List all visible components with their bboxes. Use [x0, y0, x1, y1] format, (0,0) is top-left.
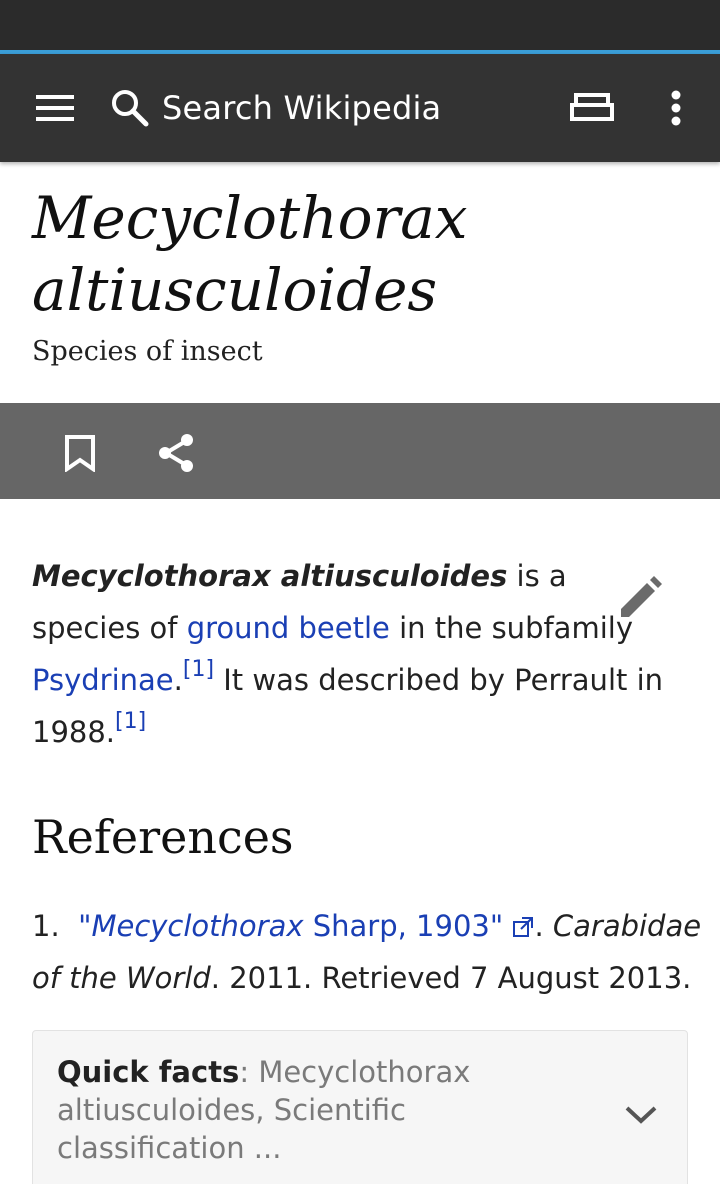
more-vert-icon: [671, 90, 681, 126]
reference-link-rest: Sharp, 1903: [303, 909, 490, 943]
citation-link-2[interactable]: [1]: [115, 709, 146, 734]
article-action-bar: [0, 403, 720, 499]
reference-quote-open: ": [78, 909, 92, 943]
reference-tail: . 2011. Retrieved 7 August 2013.: [210, 961, 692, 995]
top-toolbar: Search Wikipedia: [0, 54, 720, 162]
lead-paragraph: Mecyclothorax altiusculoides is a specie…: [32, 550, 672, 758]
reference-item: 1. "Mecyclothorax Sharp, 1903" . Carabid…: [32, 900, 702, 1004]
reading-list-button[interactable]: [562, 84, 622, 132]
page-title: Mecyclothorax altiusculoides: [32, 182, 692, 326]
search-bar[interactable]: Search Wikipedia: [110, 76, 530, 140]
page-title-line1: Mecyclothorax: [32, 184, 468, 252]
reference-quote-close: ": [489, 909, 504, 943]
quick-facts-text: Quick facts: Mecyclothorax altiusculoide…: [57, 1053, 577, 1167]
quick-facts-box[interactable]: Quick facts: Mecyclothorax altiusculoide…: [32, 1030, 688, 1184]
link-psydrinae[interactable]: Psydrinae: [32, 663, 174, 697]
references-heading: References: [32, 810, 294, 864]
chevron-down-icon: [625, 1106, 657, 1124]
reference-external-link[interactable]: "Mecyclothorax Sharp, 1903": [78, 909, 534, 943]
citation-link-1[interactable]: [1]: [183, 657, 214, 682]
quick-facts-expand-button[interactable]: [617, 1091, 665, 1139]
reference-after-link: .: [534, 909, 553, 943]
share-icon: [159, 434, 193, 472]
page-title-line2: altiusculoides: [32, 256, 438, 324]
bookmark-icon: [65, 435, 95, 472]
hamburger-menu-icon: [36, 95, 74, 121]
reference-number: 1.: [32, 909, 60, 943]
save-page-button[interactable]: [52, 425, 108, 481]
pencil-edit-icon: [621, 576, 662, 617]
page-description: Species of insect: [32, 336, 263, 367]
reading-list-icon: [570, 93, 614, 121]
search-placeholder[interactable]: Search Wikipedia: [162, 89, 441, 127]
quick-facts-separator: :: [239, 1055, 259, 1089]
menu-button[interactable]: [26, 84, 86, 132]
external-link-icon: [513, 917, 534, 937]
status-bar: [0, 0, 720, 50]
lead-text-3: .: [173, 663, 183, 697]
search-icon: [112, 90, 149, 127]
lead-text-2: in the subfamily: [389, 611, 633, 645]
reference-link-italic: Mecyclothorax: [91, 909, 304, 943]
lead-bold-name: Mecyclothorax altiusculoides: [32, 559, 508, 593]
link-ground-beetle[interactable]: ground beetle: [187, 611, 390, 645]
share-button[interactable]: [148, 425, 204, 481]
edit-section-button[interactable]: [610, 568, 670, 628]
quick-facts-label: Quick facts: [57, 1055, 240, 1089]
overflow-menu-button[interactable]: [652, 84, 700, 132]
